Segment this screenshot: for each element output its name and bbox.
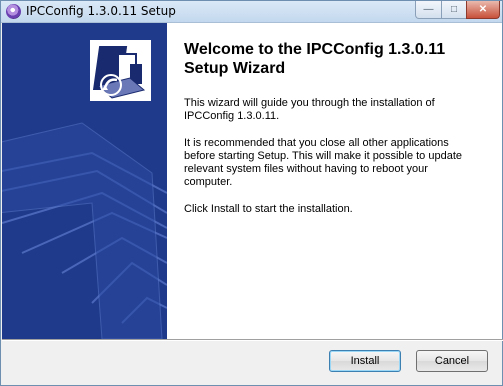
button-bar-divider: [2, 339, 503, 341]
install-button[interactable]: Install: [329, 350, 401, 372]
minimize-button[interactable]: —: [415, 1, 442, 19]
title-bar[interactable]: IPCConfig 1.3.0.11 Setup — □ ✕: [1, 1, 502, 23]
setup-disc-icon[interactable]: [6, 4, 21, 19]
installer-box-icon: [90, 40, 151, 101]
close-button[interactable]: ✕: [466, 1, 500, 19]
intro-text: This wizard will guide you through the i…: [184, 97, 435, 122]
page-title: Welcome to the IPCConfig 1.3.0.11 Setup …: [184, 41, 446, 77]
recommendation-text: It is recommended that you close all oth…: [184, 137, 463, 188]
instruction-text: Click Install to start the installation.: [184, 203, 353, 215]
window-title: IPCConfig 1.3.0.11 Setup: [26, 4, 176, 18]
maximize-button[interactable]: □: [441, 1, 467, 19]
setup-window: IPCConfig 1.3.0.11 Setup — □ ✕ Welcome t…: [0, 0, 503, 386]
cancel-button[interactable]: Cancel: [416, 350, 488, 372]
